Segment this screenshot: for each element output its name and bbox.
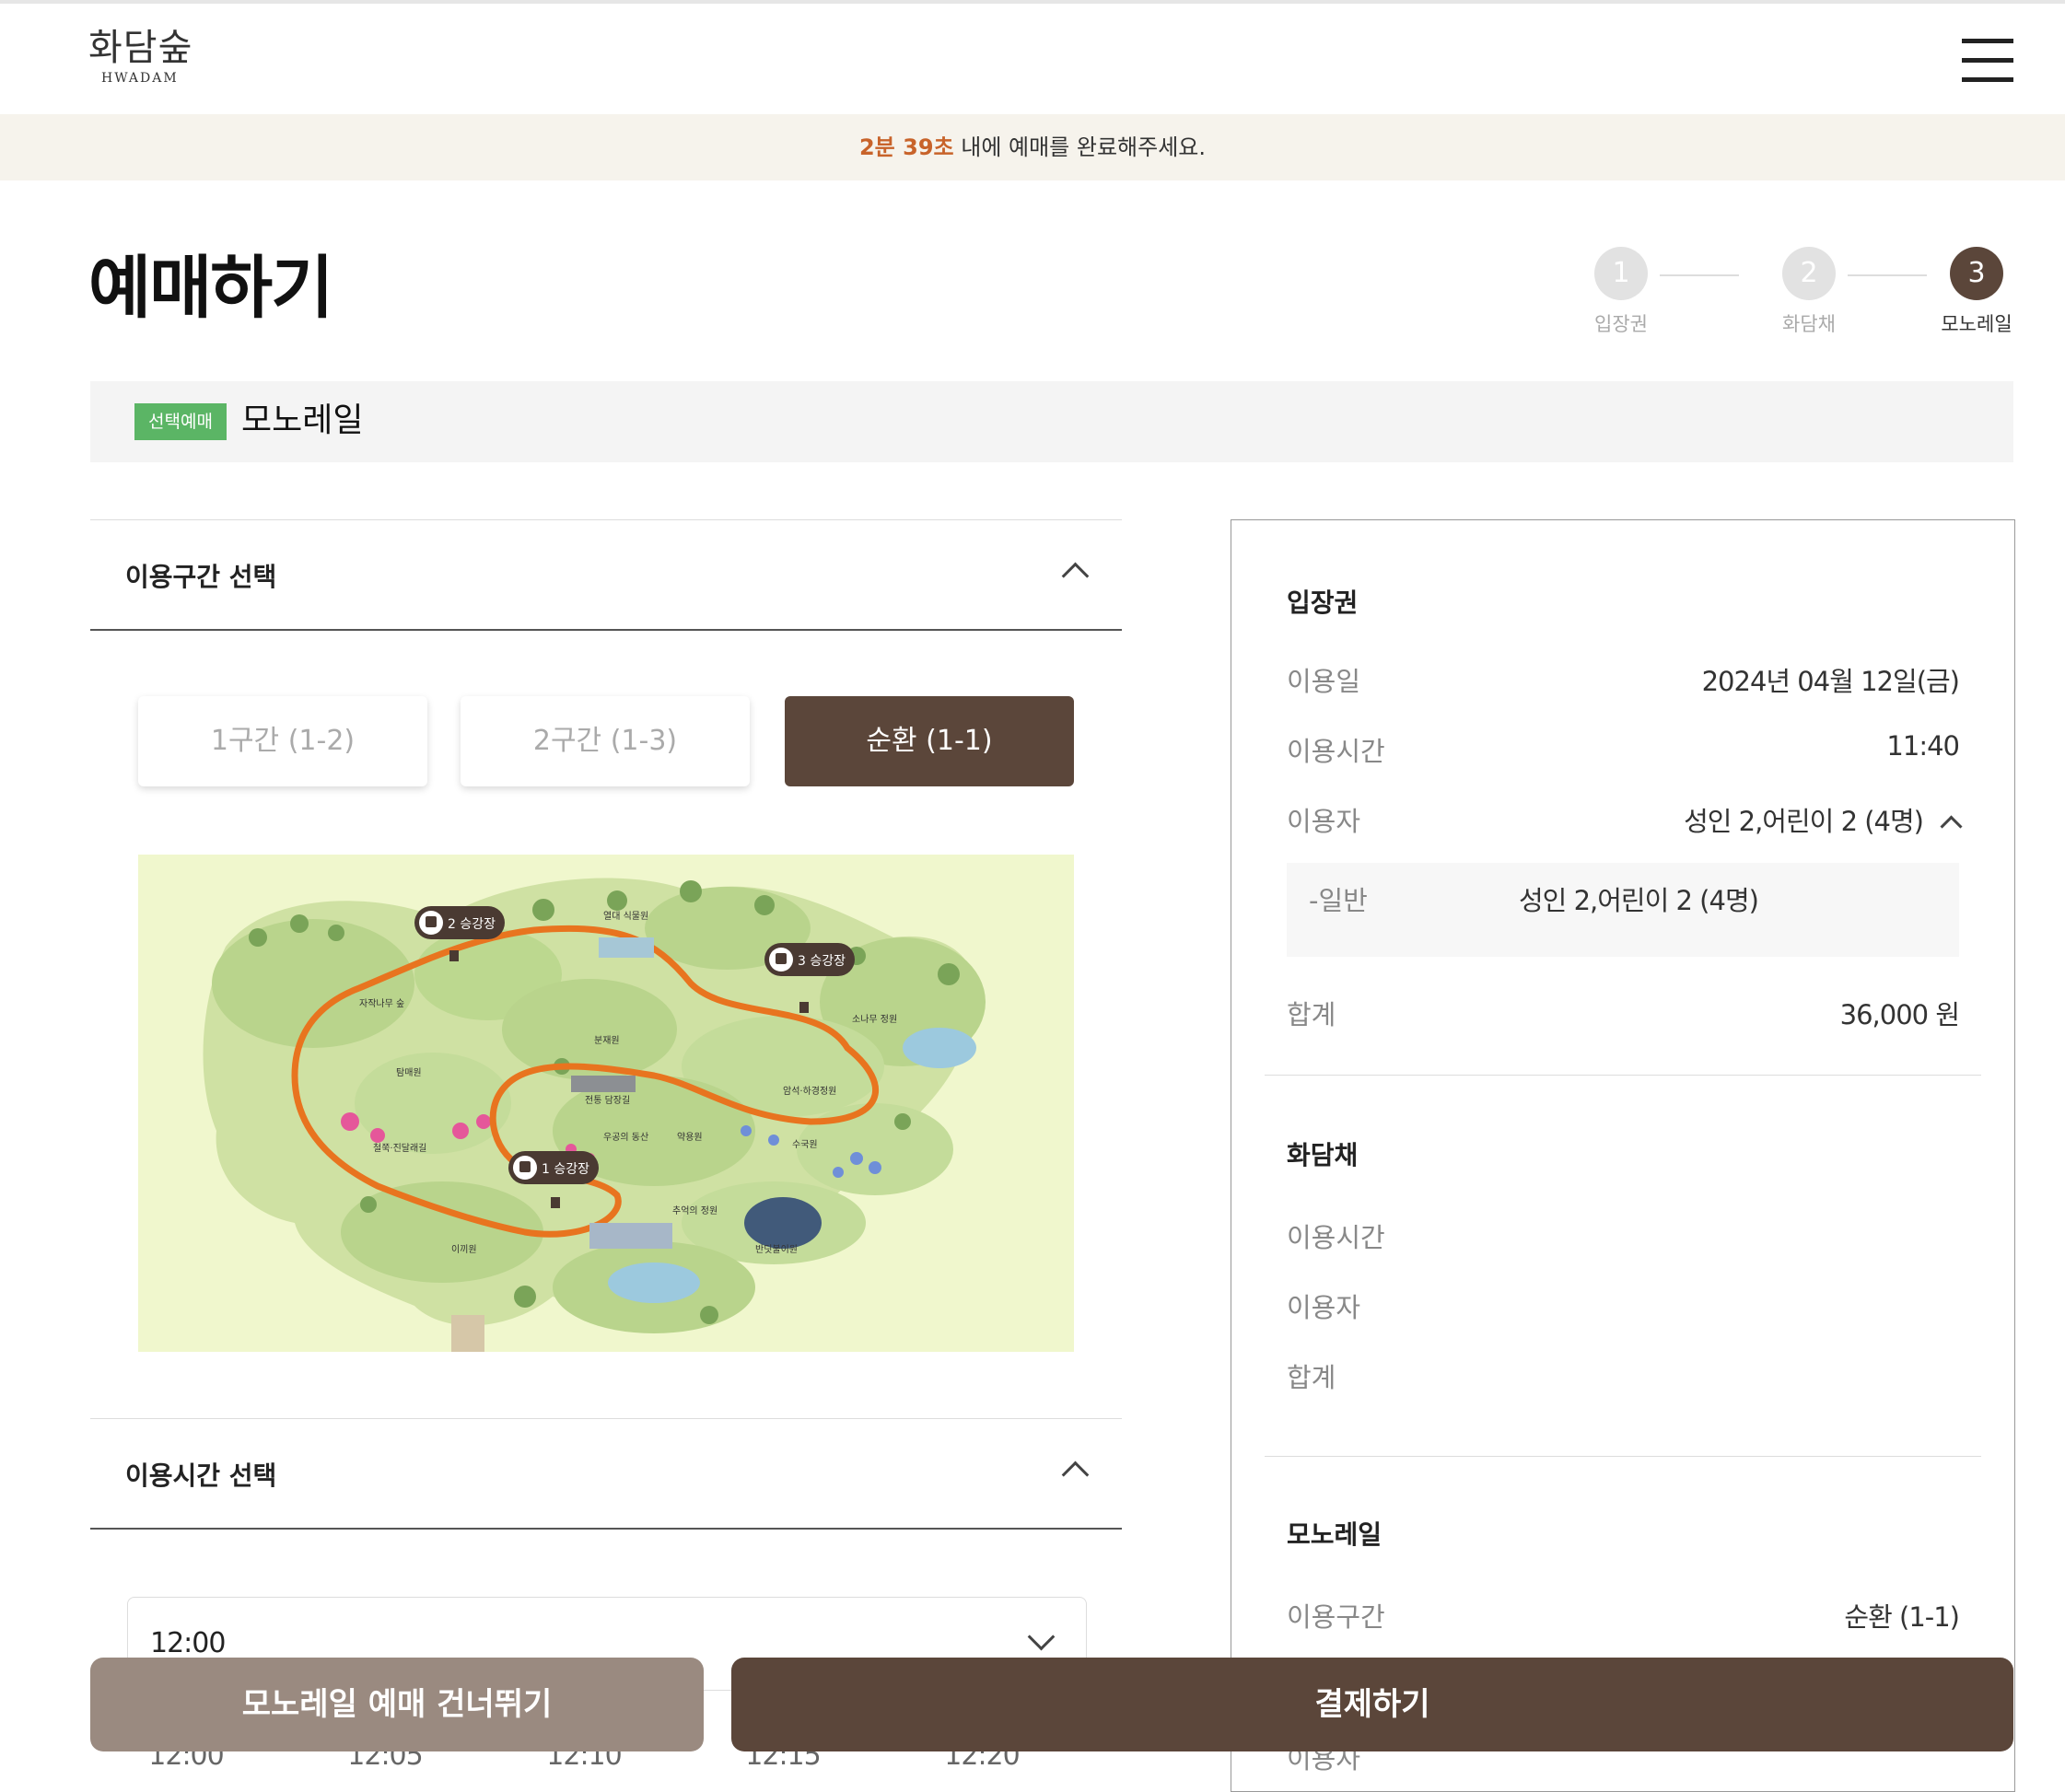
logo[interactable]: 화담숲 HWADAM (88, 26, 208, 87)
greenhouse-building (599, 937, 654, 958)
section-title: 모노레일 (241, 401, 364, 439)
map-label: 탐매원 (396, 1067, 422, 1078)
map-label: 전통 담장길 (585, 1094, 630, 1106)
skip-monorail-button[interactable]: 모노레일 예매 건너뛰기 (90, 1658, 704, 1751)
step-label: 입장권 (1594, 313, 1648, 335)
chevron-down-icon (1027, 1623, 1056, 1651)
summary-hwadamchae-users-row: 이용자 (1287, 1286, 1959, 1323)
summary-divider (1265, 1075, 1981, 1076)
timer-banner: 2분 39초 내에 예매를 완료해주세요. (0, 114, 2065, 180)
time-accordion-title: 이용시간 선택 (125, 1460, 277, 1491)
row-label: 이용구간 (1287, 1601, 1385, 1633)
summary-hwadamchae-total-row: 합계 (1287, 1356, 1959, 1393)
step-1: 1 입장권 (1566, 247, 1676, 337)
map-label: 자작나무 숲 (359, 998, 404, 1009)
map-label: 열대 식물원 (603, 911, 648, 922)
step-number: 1 (1594, 247, 1648, 300)
summary-ticket-title: 입장권 (1287, 588, 1359, 618)
row-label: 이용일 (1287, 666, 1361, 697)
monorail-route-map: 2 승강장 3 승강장 1 승강장 자작나무 숲 열대 식물원 소나무 정원 분… (138, 855, 1074, 1352)
countdown-timer: 2분 39초 (858, 134, 954, 160)
step-number: 3 (1950, 247, 2003, 300)
chevron-up-icon[interactable] (1061, 1460, 1090, 1489)
chevron-up-icon[interactable] (1940, 815, 1963, 838)
hydrangea-area (797, 1103, 953, 1195)
map-label: 분재원 (594, 1035, 620, 1046)
step-3: 3 모노레일 (1921, 247, 2032, 337)
detail-label: -일반 (1309, 885, 1368, 916)
summary-hwadamchae-time-row: 이용시간 (1287, 1216, 1959, 1253)
users-value: 성인 2,어린이 2 (4명) (1684, 806, 1924, 837)
step-label: 화담채 (1782, 313, 1836, 335)
row-label: 이용시간 (1287, 1222, 1385, 1253)
summary-ticket-time-row: 이용시간 11:40 (1287, 730, 1960, 767)
time-accordion-header[interactable]: 이용시간 선택 (90, 1418, 1122, 1530)
row-value: 2024년 04월 12일(금) (1701, 666, 1960, 697)
map-label: 추억의 정원 (672, 1205, 718, 1216)
section-header: 선택예매 모노레일 (90, 381, 2013, 462)
row-label: 이용자 (1287, 806, 1361, 837)
row-value: 순환 (1-1) (1844, 1601, 1960, 1633)
pond (608, 1263, 700, 1303)
logo-subtext: HWADAM (101, 71, 179, 86)
route-option-loop[interactable]: 순환 (1-1) (785, 696, 1074, 786)
map-label: 철쭉·진달래길 (373, 1142, 426, 1154)
route-option-1[interactable]: 1구간 (1-2) (138, 696, 427, 786)
station-3-label: 3 승강장 (798, 954, 846, 969)
summary-ticket-date-row: 이용일 2024년 04월 12일(금) (1287, 660, 1960, 697)
step-number: 2 (1782, 247, 1836, 300)
map-label: 암석·하경정원 (783, 1085, 836, 1097)
firefly-dome (744, 1197, 822, 1249)
optional-badge: 선택예매 (134, 403, 227, 440)
map-label: 반딧불이원 (755, 1244, 798, 1255)
route-option-2[interactable]: 2구간 (1-3) (461, 696, 750, 786)
detail-value: 성인 2,어린이 2 (4명) (1519, 885, 1759, 916)
logo-text: 화담숲 (88, 27, 193, 69)
entrance-building (451, 1315, 484, 1352)
map-label: 수국원 (792, 1139, 818, 1150)
pay-button[interactable]: 결제하기 (731, 1658, 2013, 1751)
row-value[interactable]: 성인 2,어린이 2 (4명) (1684, 800, 1963, 839)
birch-forest-area (212, 919, 414, 1048)
route-accordion-header[interactable]: 이용구간 선택 (90, 519, 1122, 631)
timer-message: 내에 예매를 완료해주세요. (953, 134, 1207, 160)
map-label: 소나무 정원 (852, 1014, 897, 1025)
step-connector (1660, 274, 1739, 276)
step-label: 모노레일 (1941, 313, 2012, 335)
hamburger-menu-icon[interactable] (1962, 39, 2013, 83)
visitor-center-building (589, 1223, 672, 1249)
summary-divider (1265, 1456, 1981, 1457)
summary-ticket-total-row: 합계 36,000 원 (1287, 994, 1960, 1030)
step-connector (1848, 274, 1927, 276)
row-label: 합계 (1287, 999, 1336, 1030)
route-accordion-title: 이용구간 선택 (125, 562, 277, 592)
station-2-label: 2 승강장 (448, 917, 496, 932)
map-label: 이끼원 (451, 1244, 477, 1255)
chevron-up-icon[interactable] (1061, 562, 1090, 590)
row-label: 합계 (1287, 1362, 1336, 1393)
step-2: 2 화담채 (1754, 247, 1864, 337)
summary-ticket-users-detail: -일반 성인 2,어린이 2 (4명) (1287, 863, 1959, 957)
row-label: 이용자 (1287, 1292, 1361, 1323)
traditional-wall (571, 1076, 636, 1092)
row-value: 36,000 원 (1839, 999, 1960, 1030)
site-header: 화담숲 HWADAM (0, 4, 2065, 114)
row-label: 이용시간 (1287, 736, 1385, 767)
pine-pond (903, 1028, 976, 1068)
station-1-label: 1 승강장 (542, 1162, 589, 1177)
booking-summary-panel: 입장권 이용일 2024년 04월 12일(금) 이용시간 11:40 이용자 … (1231, 519, 2015, 1792)
summary-monorail-route-row: 이용구간 순환 (1-1) (1287, 1596, 1960, 1633)
summary-ticket-users-row[interactable]: 이용자 성인 2,어린이 2 (4명) (1287, 800, 1963, 839)
time-select-value: 12:00 (150, 1627, 226, 1659)
summary-hwadamchae-title: 화담채 (1287, 1140, 1359, 1170)
map-label: 약용원 (677, 1132, 703, 1143)
map-label: 우공의 동산 (603, 1132, 648, 1143)
page-title: 예매하기 (88, 249, 333, 328)
step-indicator: 1 입장권 2 화담채 3 모노레일 (1566, 247, 2026, 348)
summary-monorail-title: 모노레일 (1287, 1519, 1382, 1550)
row-value: 11:40 (1886, 730, 1960, 762)
